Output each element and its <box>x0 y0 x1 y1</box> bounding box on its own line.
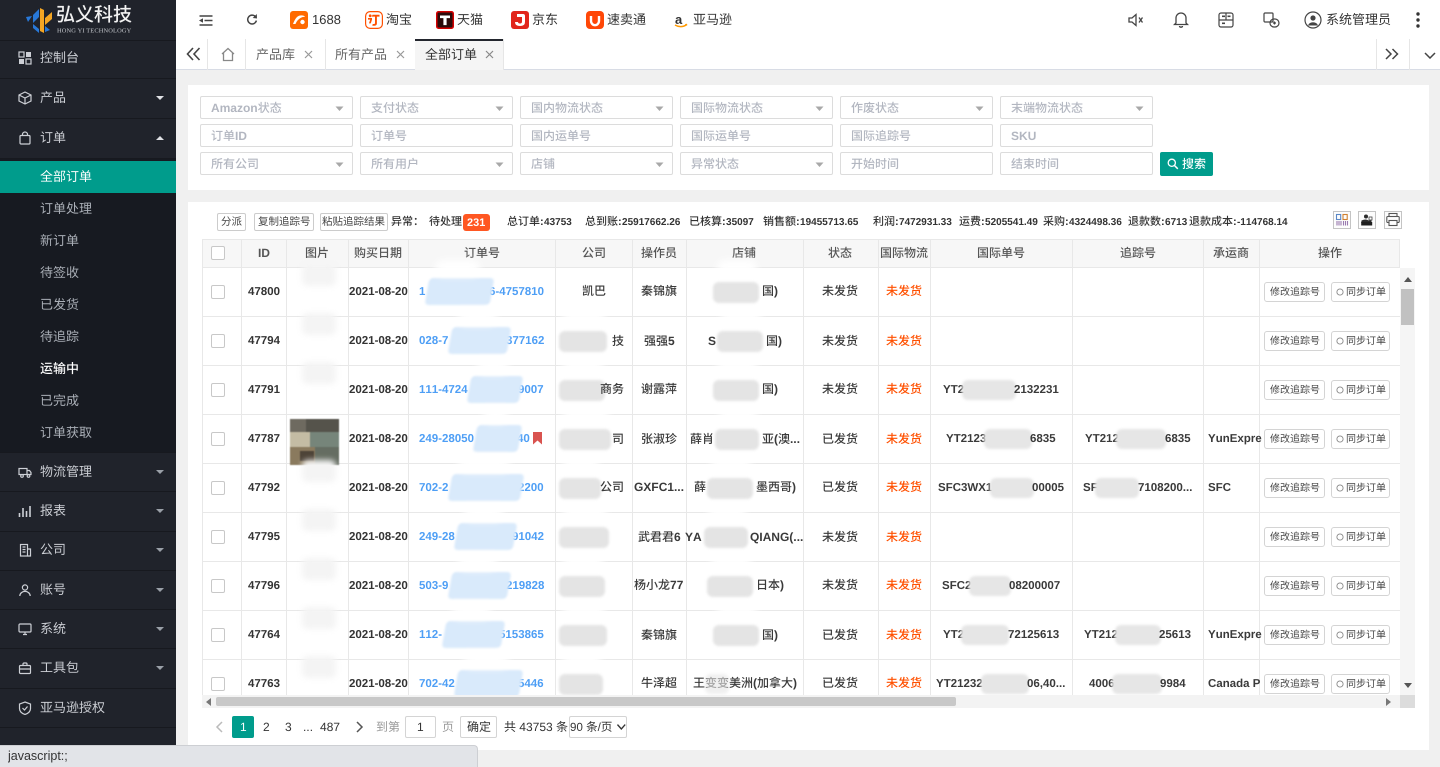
svg-text:javascript:;: javascript:; <box>8 749 68 763</box>
svg-text:a: a <box>675 12 683 27</box>
svg-text:HONG YI TECHNOLOGY: HONG YI TECHNOLOGY <box>57 28 132 35</box>
